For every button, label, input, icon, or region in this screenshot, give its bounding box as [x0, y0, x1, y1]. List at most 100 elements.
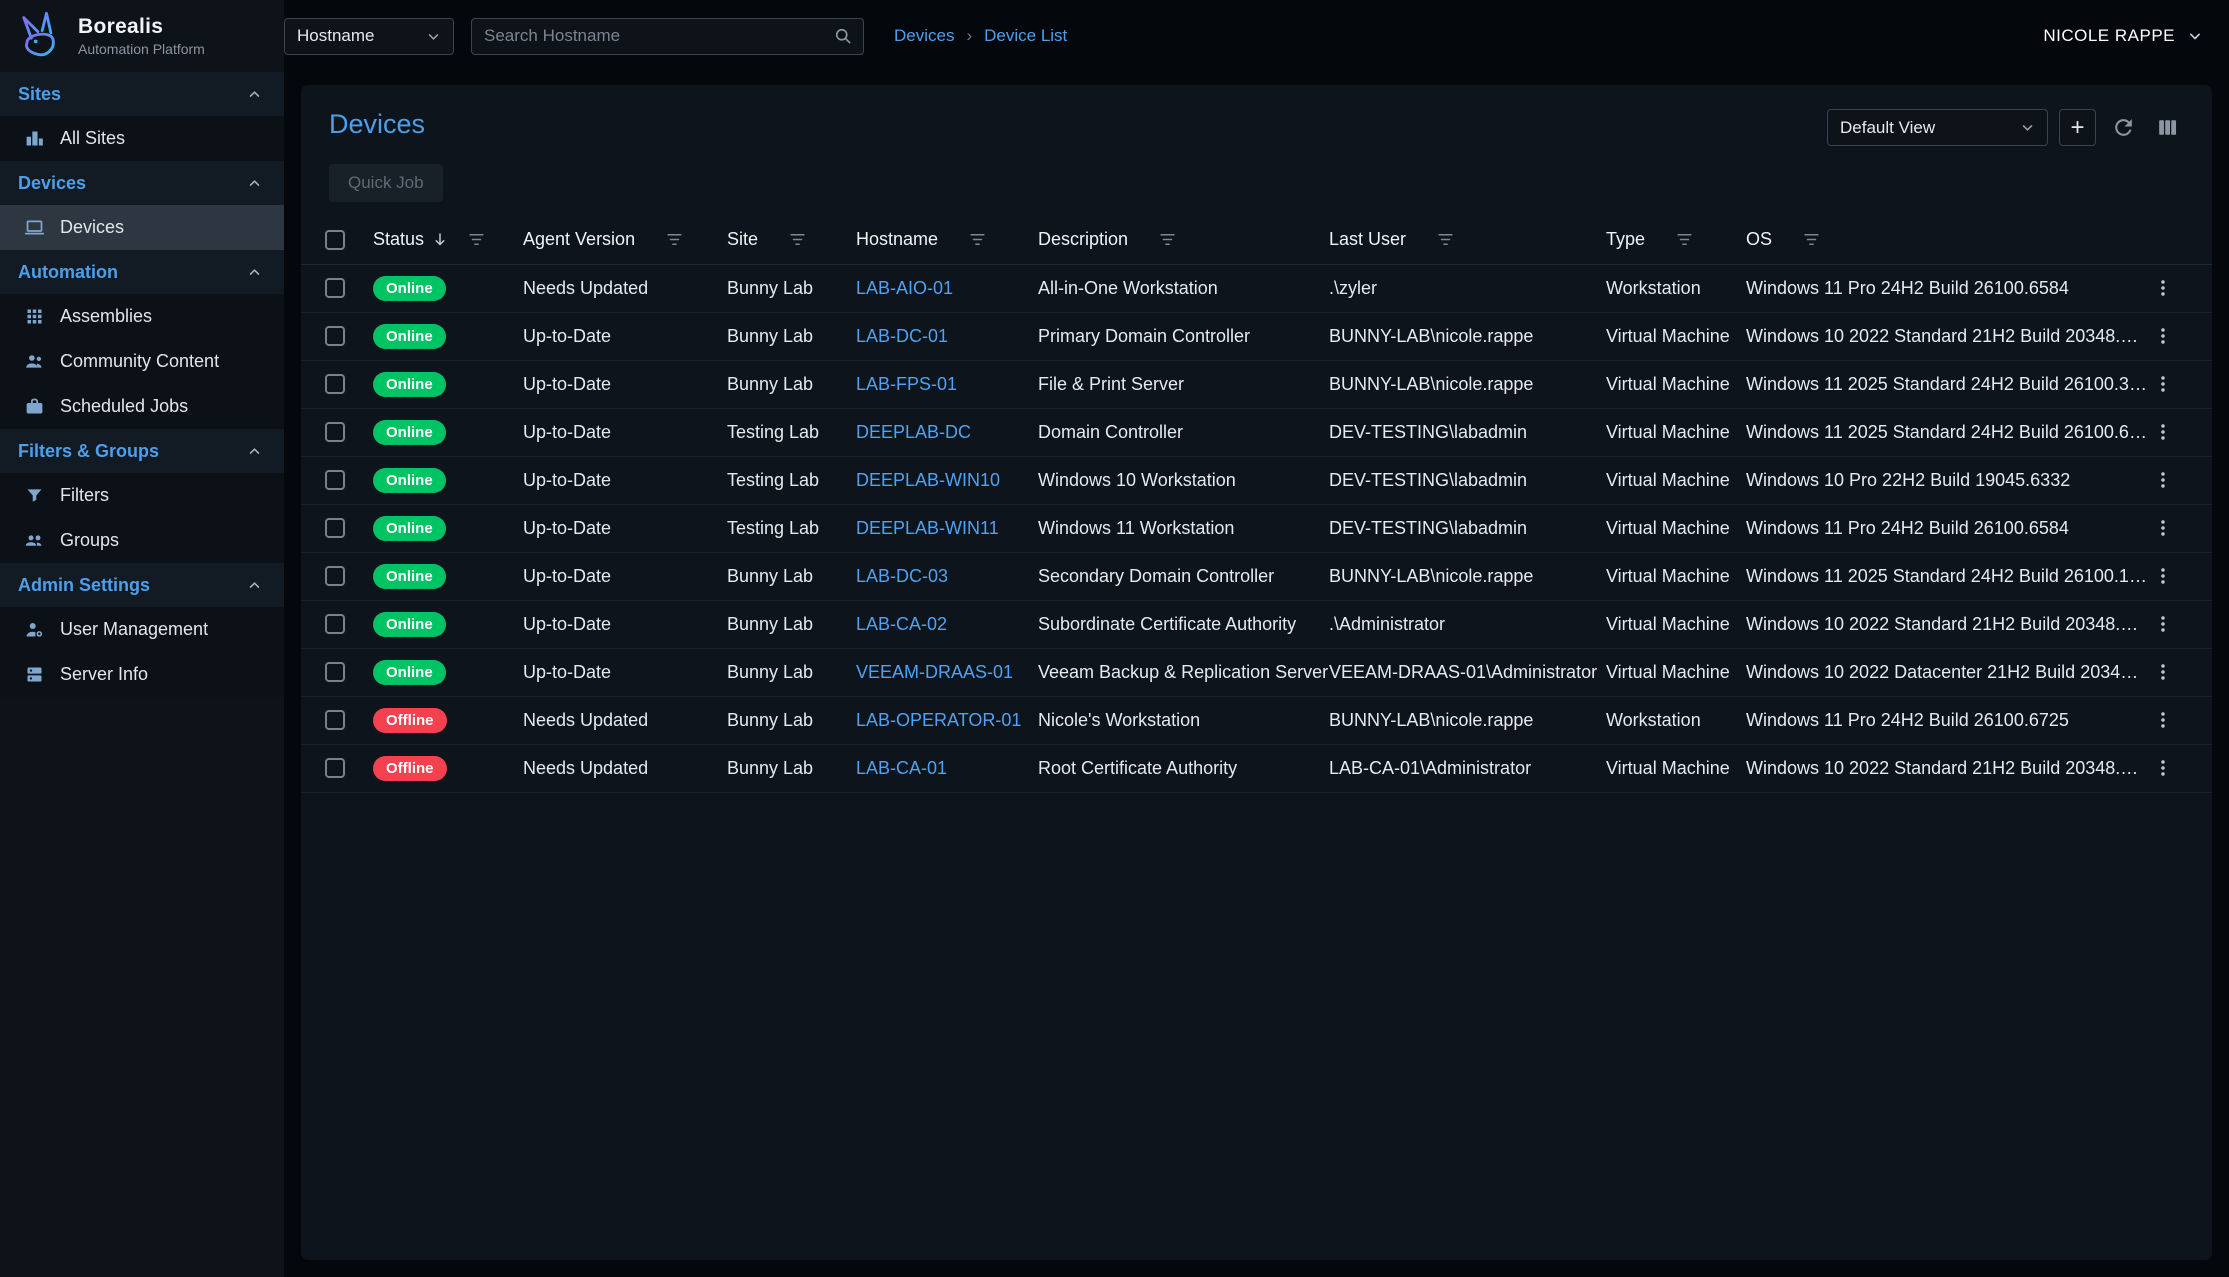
row-actions-button[interactable]: [2148, 513, 2178, 543]
column-header-hostname[interactable]: Hostname: [856, 216, 1038, 264]
hostname-link[interactable]: LAB-OPERATOR-01: [856, 710, 1021, 730]
sidebar-item-all-sites[interactable]: All Sites: [0, 116, 284, 161]
kebab-icon: [2152, 325, 2174, 347]
row-checkbox[interactable]: [325, 566, 345, 586]
filter-icon[interactable]: [467, 230, 486, 249]
table-row: Online Up-to-Date Testing Lab DEEPLAB-DC…: [301, 408, 2212, 456]
site-cell: Bunny Lab: [727, 696, 856, 744]
type-cell: Virtual Machine: [1606, 408, 1746, 456]
row-checkbox[interactable]: [325, 278, 345, 298]
sidebar-item-server-info[interactable]: Server Info: [0, 652, 284, 697]
sidebar-item-groups[interactable]: Groups: [0, 518, 284, 563]
row-actions-button[interactable]: [2148, 753, 2178, 783]
sidebar-item-filters[interactable]: Filters: [0, 473, 284, 518]
row-checkbox[interactable]: [325, 518, 345, 538]
row-actions-button[interactable]: [2148, 657, 2178, 687]
row-checkbox[interactable]: [325, 614, 345, 634]
devices-icon: [24, 217, 45, 238]
column-header-description[interactable]: Description: [1038, 216, 1329, 264]
user-menu[interactable]: NICOLE RAPPE: [2043, 26, 2205, 46]
status-badge: Online: [373, 324, 446, 349]
row-checkbox[interactable]: [325, 662, 345, 682]
row-actions-button[interactable]: [2148, 369, 2178, 399]
row-checkbox[interactable]: [325, 710, 345, 730]
breadcrumb-device-list[interactable]: Device List: [984, 26, 1067, 46]
filter-icon[interactable]: [968, 230, 987, 249]
hostname-link[interactable]: VEEAM-DRAAS-01: [856, 662, 1013, 682]
row-actions-button[interactable]: [2148, 609, 2178, 639]
kebab-icon: [2152, 613, 2174, 635]
last-user-cell: BUNNY-LAB\nicole.rappe: [1329, 312, 1606, 360]
sidebar-item-assemblies[interactable]: Assemblies: [0, 294, 284, 339]
column-label: Hostname: [856, 229, 938, 250]
column-header-site[interactable]: Site: [727, 216, 856, 264]
hostname-link[interactable]: DEEPLAB-DC: [856, 422, 971, 442]
chevron-up-icon: [245, 85, 264, 104]
refresh-button[interactable]: [2107, 111, 2140, 144]
column-header-last-user[interactable]: Last User: [1329, 216, 1606, 264]
hostname-link[interactable]: LAB-DC-01: [856, 326, 948, 346]
sidebar-item-label: User Management: [60, 619, 208, 640]
sidebar-section-devices[interactable]: Devices: [0, 161, 284, 205]
search-icon[interactable]: [833, 26, 863, 46]
search-input[interactable]: [472, 26, 833, 46]
hostname-link[interactable]: LAB-FPS-01: [856, 374, 957, 394]
chevron-up-icon: [245, 442, 264, 461]
breadcrumb-devices[interactable]: Devices: [894, 26, 954, 46]
quick-job-button[interactable]: Quick Job: [329, 164, 443, 202]
row-checkbox[interactable]: [325, 326, 345, 346]
row-actions-button[interactable]: [2148, 417, 2178, 447]
hostname-link[interactable]: LAB-DC-03: [856, 566, 948, 586]
hostname-link[interactable]: DEEPLAB-WIN11: [856, 518, 999, 538]
row-actions-button[interactable]: [2148, 705, 2178, 735]
column-label: Type: [1606, 229, 1645, 250]
column-header-status[interactable]: Status: [373, 216, 523, 264]
sidebar-item-community-content[interactable]: Community Content: [0, 339, 284, 384]
add-view-button[interactable]: +: [2059, 109, 2096, 146]
column-label: Agent Version: [523, 229, 635, 250]
columns-button[interactable]: [2151, 111, 2184, 144]
site-cell: Bunny Lab: [727, 648, 856, 696]
search-by-select[interactable]: Hostname: [284, 18, 454, 55]
type-cell: Virtual Machine: [1606, 456, 1746, 504]
sidebar-item-devices[interactable]: Devices: [0, 205, 284, 250]
row-checkbox[interactable]: [325, 422, 345, 442]
filter-icon[interactable]: [665, 230, 684, 249]
row-checkbox[interactable]: [325, 758, 345, 778]
column-header-agent-version[interactable]: Agent Version: [523, 216, 727, 264]
row-actions-button[interactable]: [2148, 321, 2178, 351]
hostname-link[interactable]: DEEPLAB-WIN10: [856, 470, 1000, 490]
select-all-checkbox[interactable]: [325, 230, 345, 250]
row-actions-button[interactable]: [2148, 561, 2178, 591]
agent-version-cell: Needs Updated: [523, 264, 727, 312]
sidebar-section-filters-groups[interactable]: Filters & Groups: [0, 429, 284, 473]
hostname-link[interactable]: LAB-CA-01: [856, 758, 947, 778]
sidebar-section-sites[interactable]: Sites: [0, 72, 284, 116]
type-cell: Virtual Machine: [1606, 360, 1746, 408]
sidebar-section-automation[interactable]: Automation: [0, 250, 284, 294]
hostname-link[interactable]: LAB-AIO-01: [856, 278, 953, 298]
column-header-type[interactable]: Type: [1606, 216, 1746, 264]
site-cell: Bunny Lab: [727, 600, 856, 648]
table-row: Online Up-to-Date Bunny Lab LAB-CA-02 Su…: [301, 600, 2212, 648]
row-actions-button[interactable]: [2148, 465, 2178, 495]
filter-icon[interactable]: [1802, 230, 1821, 249]
column-header-os[interactable]: OS: [1746, 216, 2148, 264]
status-badge: Online: [373, 420, 446, 445]
user-management-icon: [24, 619, 45, 640]
filter-icon[interactable]: [1675, 230, 1694, 249]
sidebar-item-label: Scheduled Jobs: [60, 396, 188, 417]
hostname-link[interactable]: LAB-CA-02: [856, 614, 947, 634]
filter-icon[interactable]: [1158, 230, 1177, 249]
last-user-cell: BUNNY-LAB\nicole.rappe: [1329, 360, 1606, 408]
sidebar-item-user-management[interactable]: User Management: [0, 607, 284, 652]
view-select[interactable]: Default View: [1827, 109, 2048, 146]
row-checkbox[interactable]: [325, 374, 345, 394]
sidebar-item-scheduled-jobs[interactable]: Scheduled Jobs: [0, 384, 284, 429]
filter-icon[interactable]: [788, 230, 807, 249]
row-actions-button[interactable]: [2148, 273, 2178, 303]
row-checkbox[interactable]: [325, 470, 345, 490]
os-cell: Windows 11 Pro 24H2 Build 26100.6584: [1746, 264, 2148, 312]
sidebar-section-admin-settings[interactable]: Admin Settings: [0, 563, 284, 607]
filter-icon[interactable]: [1436, 230, 1455, 249]
